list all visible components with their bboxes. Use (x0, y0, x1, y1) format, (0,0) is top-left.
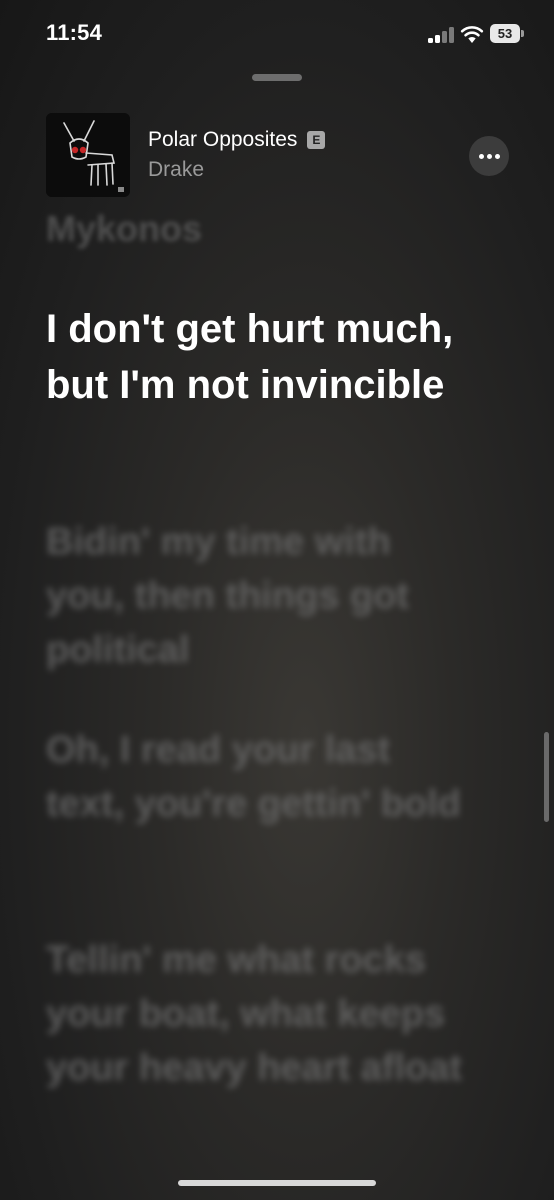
battery-icon: 53 (490, 24, 524, 43)
wifi-icon (460, 26, 484, 43)
now-playing-header: Polar Opposites E Drake (0, 110, 554, 200)
scrollbar[interactable] (544, 732, 549, 822)
song-title-row[interactable]: Polar Opposites E (148, 126, 326, 154)
status-bar: 11:54 53 (0, 0, 554, 70)
album-art-drawing (46, 113, 130, 197)
cellular-signal-icon (428, 27, 454, 43)
status-time: 11:54 (46, 20, 103, 45)
song-title: Polar Opposites (148, 128, 298, 151)
lyric-line-next[interactable]: Tellin' me what rocks your boat, what ke… (46, 933, 476, 1095)
explicit-badge: E (307, 131, 326, 149)
lyric-line-current[interactable]: I don't get hurt much, but I'm not invin… (46, 301, 476, 413)
lyric-line-next[interactable]: Oh, I read your last text, you're gettin… (46, 723, 476, 831)
more-options-button[interactable] (469, 136, 509, 176)
lyric-line-next[interactable]: Bidin' my time with you, then things got… (46, 515, 476, 677)
artist-name[interactable]: Drake (148, 158, 204, 182)
home-indicator[interactable] (178, 1180, 376, 1186)
ellipsis-icon (479, 154, 484, 159)
sheet-grabber[interactable] (252, 74, 302, 81)
album-art[interactable] (46, 113, 130, 197)
battery-level: 53 (490, 24, 520, 43)
lyric-line-previous[interactable]: Mykonos (46, 203, 476, 255)
